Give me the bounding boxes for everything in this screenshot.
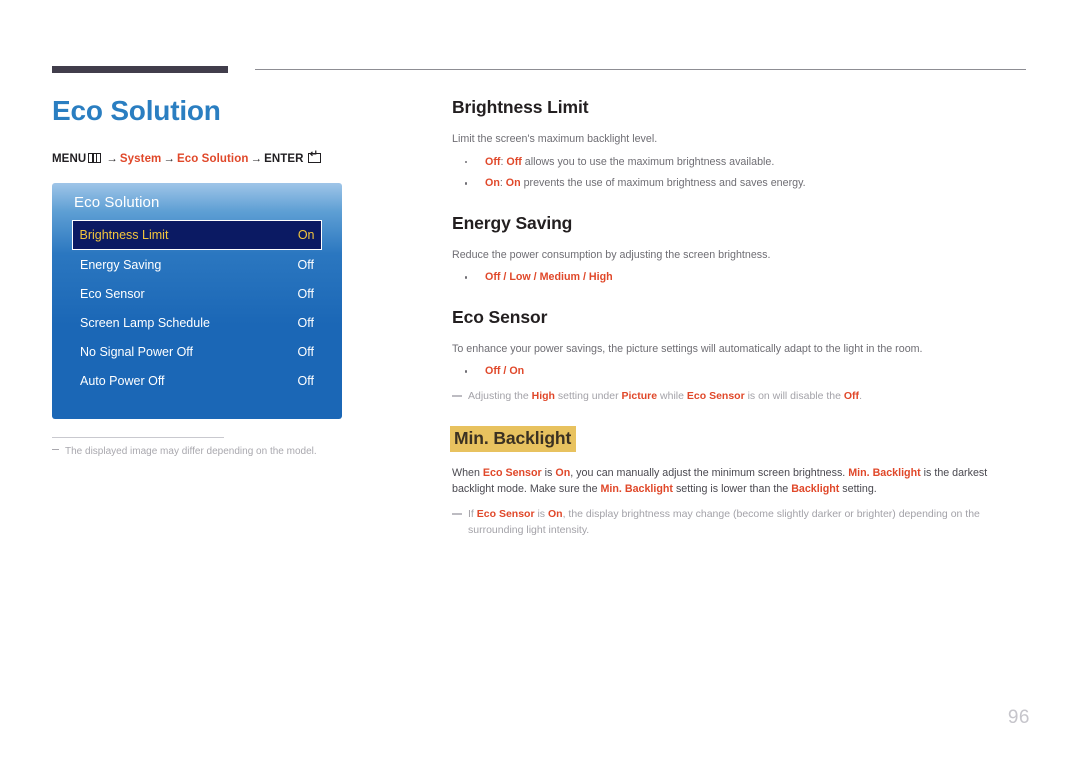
osd-row-eco-sensor[interactable]: Eco Sensor Off	[72, 279, 322, 308]
section-brightness-limit: Brightness Limit Limit the screen's maxi…	[452, 97, 1028, 192]
left-note-divider	[52, 437, 224, 438]
note-dash-icon	[52, 449, 59, 450]
breadcrumb: MENU → System → Eco Solution → ENTER	[52, 150, 412, 165]
body-keyword: On	[555, 466, 571, 479]
enter-key-icon	[307, 150, 321, 163]
page-title: Eco Solution	[52, 95, 221, 126]
left-footnote-text: The displayed image may differ depending…	[65, 446, 317, 457]
osd-panel-title: Eco Solution	[74, 194, 160, 211]
breadcrumb-arrow-2: →	[163, 152, 175, 165]
osd-row-label: No Signal Power Off	[80, 344, 194, 359]
note-part: is	[534, 507, 548, 520]
breadcrumb-arrow-1: →	[106, 152, 118, 165]
osd-row-value: Off	[297, 257, 314, 272]
section-heading-highlighted: Min. Backlight	[450, 425, 577, 452]
left-column: Eco Solution MENU → System → Eco Solution → EN…	[52, 95, 412, 165]
bullet-emph: On	[505, 177, 521, 190]
menu-grid-icon	[88, 152, 102, 163]
osd-row-value: On	[297, 228, 315, 242]
osd-row-no-signal-power-off[interactable]: No Signal Power Off Off	[72, 337, 322, 366]
note-part: .	[859, 390, 862, 403]
osd-menu-list: Brightness Limit On Energy Saving Off Ec…	[52, 220, 342, 395]
osd-row-value: Off	[297, 373, 314, 388]
bullet-options-text: Off / On	[485, 365, 525, 378]
osd-row-auto-power-off[interactable]: Auto Power Off Off	[72, 366, 322, 395]
section-intro: Limit the screen's maximum backlight lev…	[452, 133, 658, 145]
body-keyword: Min. Backlight	[600, 483, 673, 496]
note-keyword: On	[547, 507, 563, 520]
right-column: Brightness Limit Limit the screen's maxi…	[450, 97, 1028, 539]
page-number: 96	[1007, 707, 1030, 728]
note-keyword: Eco Sensor	[476, 507, 535, 520]
section-eco-sensor: Eco Sensor To enhance your power savings…	[452, 307, 1028, 405]
bullet-term: Off	[485, 155, 501, 168]
section-heading: Energy Saving	[452, 212, 573, 233]
section-note: If Eco Sensor is On, the display brightn…	[452, 507, 1028, 539]
section-min-backlight: Min. Backlight When Eco Sensor is On, yo…	[450, 425, 1028, 539]
osd-row-label: Screen Lamp Schedule	[80, 315, 210, 330]
breadcrumb-arrow-3: →	[250, 152, 263, 165]
bullet-rest: prevents the use of maximum brightness a…	[520, 177, 806, 190]
body-keyword: Eco Sensor	[482, 466, 542, 479]
osd-row-value: Off	[297, 315, 314, 330]
osd-row-screen-lamp-schedule[interactable]: Screen Lamp Schedule Off	[72, 308, 322, 337]
body-part: setting.	[839, 483, 877, 496]
osd-row-label: Eco Sensor	[80, 286, 145, 301]
osd-menu-panel: Eco Solution Brightness Limit On Energy …	[52, 183, 342, 419]
bullet-rest: allows you to use the maximum brightness…	[521, 155, 775, 168]
bullet-term: On	[485, 177, 500, 190]
osd-row-energy-saving[interactable]: Energy Saving Off	[72, 250, 322, 279]
note-part: while	[657, 390, 687, 403]
body-keyword: Min. Backlight	[848, 466, 921, 479]
section-heading: Brightness Limit	[452, 97, 589, 117]
section-intro: To enhance your power savings, the pictu…	[452, 342, 923, 355]
breadcrumb-step-eco-solution: Eco Solution	[177, 152, 249, 165]
bullet-options: Off / Low / Medium / High	[452, 269, 1028, 286]
osd-row-label: Brightness Limit	[79, 228, 169, 242]
note-part: is on will disable the	[744, 390, 844, 403]
body-part: When	[452, 466, 483, 479]
note-part: If	[468, 507, 477, 520]
note-keyword: Off	[843, 390, 860, 403]
note-keyword: High	[531, 390, 555, 403]
section-energy-saving: Energy Saving Reduce the power consumpti…	[452, 213, 1028, 286]
note-keyword: Eco Sensor	[686, 390, 745, 403]
bullet-on: On: On prevents the use of maximum brigh…	[452, 175, 1028, 192]
body-keyword: Backlight	[791, 483, 840, 496]
section-intro: Reduce the power consumption by adjustin…	[452, 248, 771, 261]
note-part: Adjusting the	[468, 390, 532, 403]
section-heading: Eco Sensor	[452, 306, 548, 327]
header-rule-thin	[255, 69, 1026, 70]
section-note: Adjusting the High setting under Picture…	[452, 389, 1028, 405]
osd-row-value: Off	[297, 286, 314, 301]
osd-row-label: Energy Saving	[80, 257, 162, 272]
header-rule-thick	[52, 66, 228, 73]
osd-row-value: Off	[297, 344, 314, 359]
bullet-emph: Off	[506, 155, 522, 168]
body-part: setting is lower than the	[672, 483, 792, 496]
breadcrumb-step-system: System	[119, 152, 162, 165]
left-footnote: The displayed image may differ depending…	[52, 445, 382, 459]
body-part: , you can manually adjust the minimum sc…	[570, 466, 849, 479]
note-keyword: Picture	[621, 390, 658, 403]
body-part: is	[541, 466, 556, 479]
breadcrumb-enter-label: ENTER	[264, 152, 304, 165]
osd-row-brightness-limit[interactable]: Brightness Limit On	[72, 220, 322, 250]
bullet-off: Off: Off allows you to use the maximum b…	[452, 154, 1028, 171]
note-part: setting under	[554, 390, 622, 403]
bullet-options: Off / On	[452, 363, 1028, 380]
section-body: When Eco Sensor is On, you can manually …	[452, 465, 1028, 498]
bullet-options-text: Off / Low / Medium / High	[485, 271, 613, 284]
breadcrumb-menu-label: MENU	[52, 152, 87, 165]
osd-row-label: Auto Power Off	[80, 373, 165, 388]
